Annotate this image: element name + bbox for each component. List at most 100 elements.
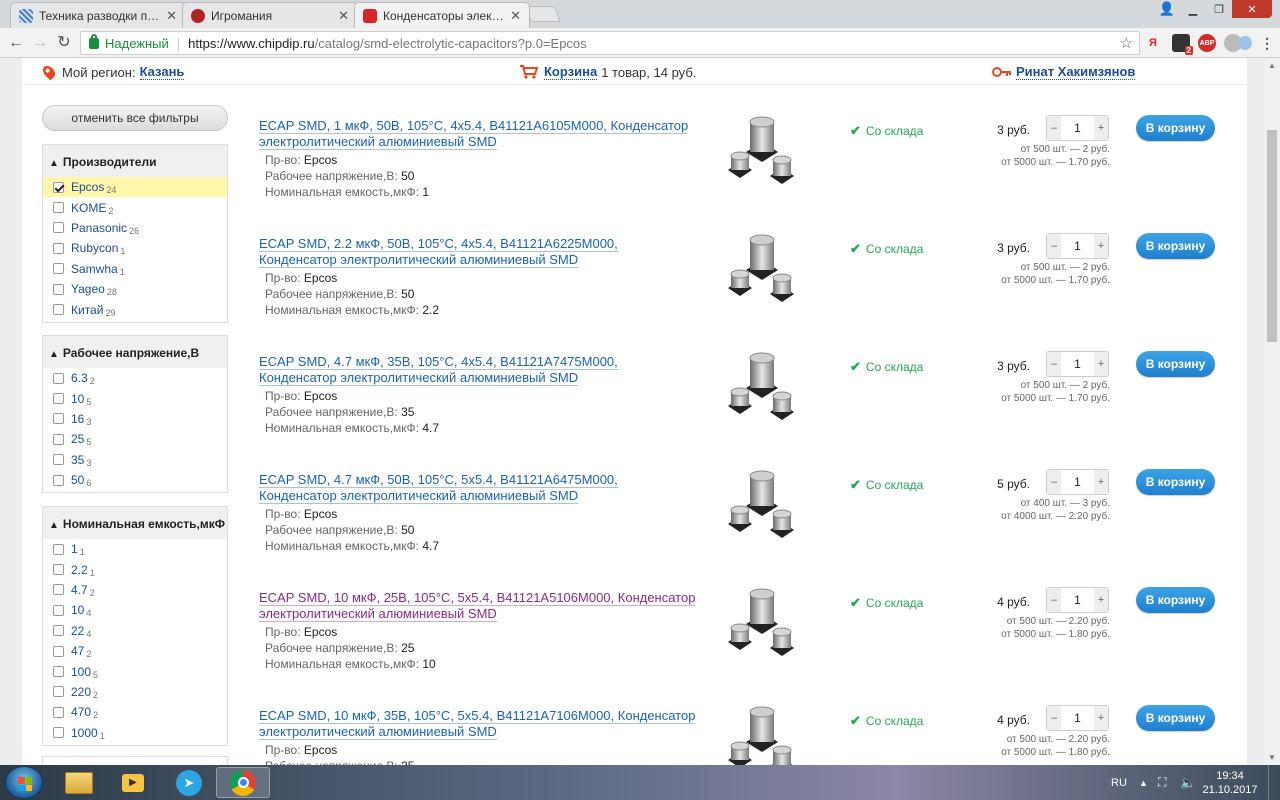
product-title-text[interactable]: ECAP SMD, 10 мкФ, 35В, 105°C, 5x5.4, B41… <box>259 708 696 740</box>
product-image[interactable] <box>726 230 800 306</box>
add-to-cart-button[interactable]: В корзину <box>1136 469 1215 495</box>
browser-tab-3[interactable]: Конденсаторы электролитические ✕ <box>354 2 530 28</box>
quantity-stepper[interactable]: – 1 + <box>1046 705 1109 731</box>
plus-icon[interactable]: + <box>1094 588 1108 612</box>
close-icon[interactable]: ✕ <box>338 8 349 24</box>
location-pin-icon <box>40 63 58 81</box>
minus-icon[interactable]: – <box>1047 352 1061 376</box>
new-tab-button[interactable] <box>525 6 561 22</box>
skype-icon[interactable] <box>1238 36 1252 50</box>
region-selector[interactable]: Мой регион: Казань <box>40 63 185 81</box>
spec-value: Epcos <box>303 507 338 521</box>
quantity-input[interactable]: 1 <box>1061 234 1094 258</box>
add-to-cart-button[interactable]: В корзину <box>1136 233 1215 259</box>
add-to-cart-button[interactable]: В корзину <box>1136 351 1215 377</box>
browser-tab-1[interactable]: Техника разводки печатных плат ✕ <box>10 2 186 28</box>
plus-icon[interactable]: + <box>1094 706 1108 730</box>
product-title-link[interactable]: ECAP SMD, 4.7 мкФ, 50В, 105°C, 5x5.4, B4… <box>259 472 699 504</box>
quantity-stepper[interactable]: – 1 + <box>1046 115 1109 141</box>
close-window-icon[interactable]: ✕ <box>1232 0 1272 18</box>
quantity-stepper[interactable]: – 1 + <box>1046 233 1109 259</box>
plus-icon[interactable]: + <box>1094 352 1108 376</box>
show-desktop-button[interactable] <box>1268 765 1280 800</box>
product-title-text[interactable]: ECAP SMD, 10 мкФ, 25В, 105°C, 5x5.4, B41… <box>259 590 696 622</box>
region-value[interactable]: Казань <box>139 64 185 80</box>
product-title-link[interactable]: ECAP SMD, 2.2 мкФ, 50В, 105°C, 4x5.4, B4… <box>259 236 699 268</box>
quantity-stepper[interactable]: – 1 + <box>1046 587 1109 613</box>
cart-link[interactable]: Корзина <box>544 64 598 80</box>
quantity-input[interactable]: 1 <box>1061 470 1094 494</box>
add-to-cart-button[interactable]: В корзину <box>1136 705 1215 731</box>
minus-icon[interactable]: – <box>1047 234 1061 258</box>
vertical-scrollbar[interactable]: ▲ ▼ <box>1264 58 1280 765</box>
quantity-input[interactable]: 1 <box>1061 588 1094 612</box>
yandex-icon[interactable]: Я <box>1144 34 1162 52</box>
product-title-text[interactable]: ECAP SMD, 4.7 мкФ, 35В, 105°C, 4x5.4, B4… <box>259 354 618 386</box>
maximize-icon[interactable]: ❐ <box>1206 0 1232 18</box>
quantity-input[interactable]: 1 <box>1061 116 1094 140</box>
plus-icon[interactable]: + <box>1094 234 1108 258</box>
reload-icon[interactable]: ↻ <box>54 33 74 53</box>
cart-icon <box>520 65 538 79</box>
quantity-stepper[interactable]: – 1 + <box>1046 469 1109 495</box>
minus-icon[interactable]: – <box>1047 588 1061 612</box>
media-player-icon[interactable]: ▶ <box>106 767 160 798</box>
explorer-icon[interactable] <box>52 767 106 798</box>
network-icon[interactable]: ⛶ <box>1158 765 1166 800</box>
user-menu[interactable]: Ринат Хакимзянов <box>992 64 1136 80</box>
browser-tab-2[interactable]: Игромания ✕ <box>182 2 358 28</box>
product-image[interactable] <box>726 466 800 542</box>
product-title-link[interactable]: ECAP SMD, 1 мкФ, 50В, 105°C, 4x5.4, B411… <box>259 118 699 150</box>
add-to-cart-button[interactable]: В корзину <box>1136 587 1215 613</box>
menu-icon[interactable]: ⋮ <box>1258 34 1276 52</box>
back-icon[interactable]: ← <box>6 33 26 53</box>
product-title-link[interactable]: ECAP SMD, 10 мкФ, 35В, 105°C, 5x5.4, B41… <box>259 708 699 740</box>
product-title-link[interactable]: ECAP SMD, 4.7 мкФ, 35В, 105°C, 4x5.4, B4… <box>259 354 699 386</box>
product-title-link[interactable]: ECAP SMD, 10 мкФ, 25В, 105°C, 5x5.4, B41… <box>259 590 699 622</box>
bookmark-star-icon[interactable]: ☆ <box>1120 34 1133 52</box>
address-bar[interactable]: Надежный | https://www.chipdip.ru/catalo… <box>80 31 1140 55</box>
minimize-icon[interactable]: ▁ <box>1180 0 1206 18</box>
product-image[interactable] <box>726 584 800 660</box>
plus-icon[interactable]: + <box>1094 470 1108 494</box>
scroll-down-icon[interactable]: ▼ <box>1268 753 1276 762</box>
product-title-text[interactable]: ECAP SMD, 4.7 мкФ, 50В, 105°C, 5x5.4, B4… <box>259 472 618 504</box>
windows-logo-icon <box>18 777 32 791</box>
adblock-icon[interactable]: ABP <box>1198 34 1216 52</box>
user-icon[interactable]: 👤 <box>1154 0 1180 18</box>
stock-status: ✔ Со склада <box>850 713 923 729</box>
extension-icon[interactable]: 2 <box>1172 34 1193 55</box>
start-button[interactable] <box>5 766 43 799</box>
minus-icon[interactable]: – <box>1047 116 1061 140</box>
scroll-up-icon[interactable]: ▲ <box>1268 61 1276 70</box>
quantity-input[interactable]: 1 <box>1061 706 1094 730</box>
tray-language[interactable]: RU <box>1111 765 1127 800</box>
product-title-text[interactable]: ECAP SMD, 2.2 мкФ, 50В, 105°C, 4x5.4, B4… <box>259 236 618 268</box>
product-title-text[interactable]: ECAP SMD, 1 мкФ, 50В, 105°C, 4x5.4, B411… <box>259 118 689 150</box>
scroll-thumb[interactable] <box>1267 130 1277 342</box>
close-icon[interactable]: ✕ <box>166 8 177 24</box>
product-image[interactable] <box>726 702 800 765</box>
product-image[interactable] <box>726 112 800 188</box>
quantity-stepper[interactable]: – 1 + <box>1046 351 1109 377</box>
stock-text: Со склада <box>865 714 924 728</box>
minus-icon[interactable]: – <box>1047 470 1061 494</box>
minus-icon[interactable]: – <box>1047 706 1061 730</box>
close-icon[interactable]: ✕ <box>510 8 521 24</box>
cart-summary[interactable]: Корзина 1 товар, 14 руб. <box>520 64 696 80</box>
forward-icon[interactable]: → <box>30 33 50 53</box>
volume-icon[interactable]: 🔈 <box>1180 765 1196 800</box>
stock-status: ✔ Со склада <box>850 477 923 493</box>
product-image[interactable] <box>726 348 800 424</box>
system-clock[interactable]: 19:34 21.10.2017 <box>1198 769 1262 797</box>
tray-expand-icon[interactable]: ▲ <box>1139 765 1148 800</box>
telegram-icon[interactable]: ➤ <box>162 767 216 798</box>
add-to-cart-button[interactable]: В корзину <box>1136 115 1215 141</box>
spec-capacitance: Номинальная емкость,мкФ: 4.7 <box>265 421 439 435</box>
chrome-icon[interactable] <box>216 767 270 798</box>
quantity-input[interactable]: 1 <box>1061 352 1094 376</box>
user-name[interactable]: Ринат Хакимзянов <box>1016 64 1136 80</box>
spec-voltage: Рабочее напряжение,В: 50 <box>265 523 414 537</box>
stock-text: Со склада <box>865 478 924 492</box>
plus-icon[interactable]: + <box>1094 116 1108 140</box>
